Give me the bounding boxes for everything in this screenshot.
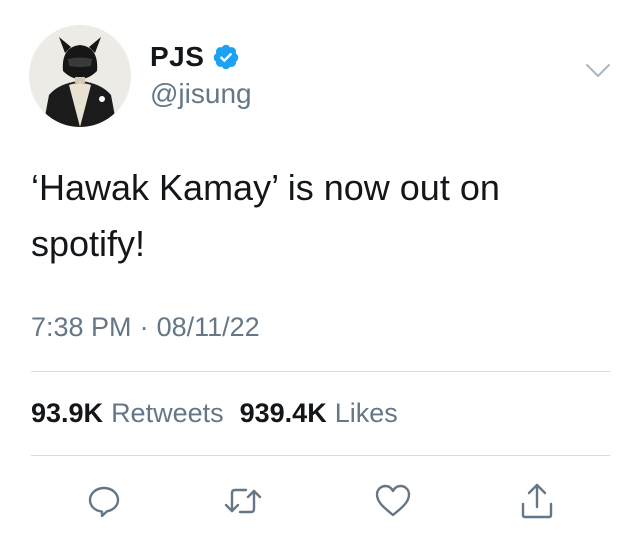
engagement-stats: 93.9K Retweets 939.4K Likes bbox=[31, 398, 398, 429]
tweet-date: 08/11/22 bbox=[156, 312, 260, 342]
name-row: PJS bbox=[150, 40, 252, 74]
likes-label[interactable]: Likes bbox=[335, 398, 398, 429]
share-button[interactable] bbox=[517, 481, 557, 521]
timestamp-separator: · bbox=[139, 312, 149, 342]
tweet-text: ‘Hawak Kamay’ is now out on spotify! bbox=[31, 167, 500, 264]
retweets-label[interactable]: Retweets bbox=[111, 398, 224, 429]
tweet-card: PJS @jisung ‘Hawak Kamay’ is now out on … bbox=[0, 0, 640, 545]
avatar[interactable] bbox=[29, 25, 131, 127]
divider-bottom bbox=[31, 455, 610, 456]
like-button[interactable] bbox=[373, 481, 413, 521]
author-info: PJS @jisung bbox=[150, 40, 252, 110]
timestamp[interactable]: 7:38 PM · 08/11/22 bbox=[31, 312, 260, 343]
retweets-count[interactable]: 93.9K bbox=[31, 398, 103, 429]
avatar-image bbox=[29, 25, 131, 127]
action-bar bbox=[0, 481, 640, 521]
user-handle[interactable]: @jisung bbox=[150, 78, 252, 110]
reply-icon bbox=[86, 483, 122, 519]
heart-icon bbox=[374, 483, 412, 519]
retweet-button[interactable] bbox=[223, 481, 263, 521]
chevron-down-icon[interactable] bbox=[585, 62, 611, 80]
divider-top bbox=[31, 371, 610, 372]
likes-count[interactable]: 939.4K bbox=[240, 398, 327, 429]
reply-button[interactable] bbox=[84, 481, 124, 521]
tweet-time: 7:38 PM bbox=[31, 312, 132, 342]
retweet-icon bbox=[223, 483, 263, 519]
verified-badge-icon bbox=[212, 43, 240, 71]
display-name[interactable]: PJS bbox=[150, 41, 204, 73]
share-icon bbox=[519, 482, 555, 520]
